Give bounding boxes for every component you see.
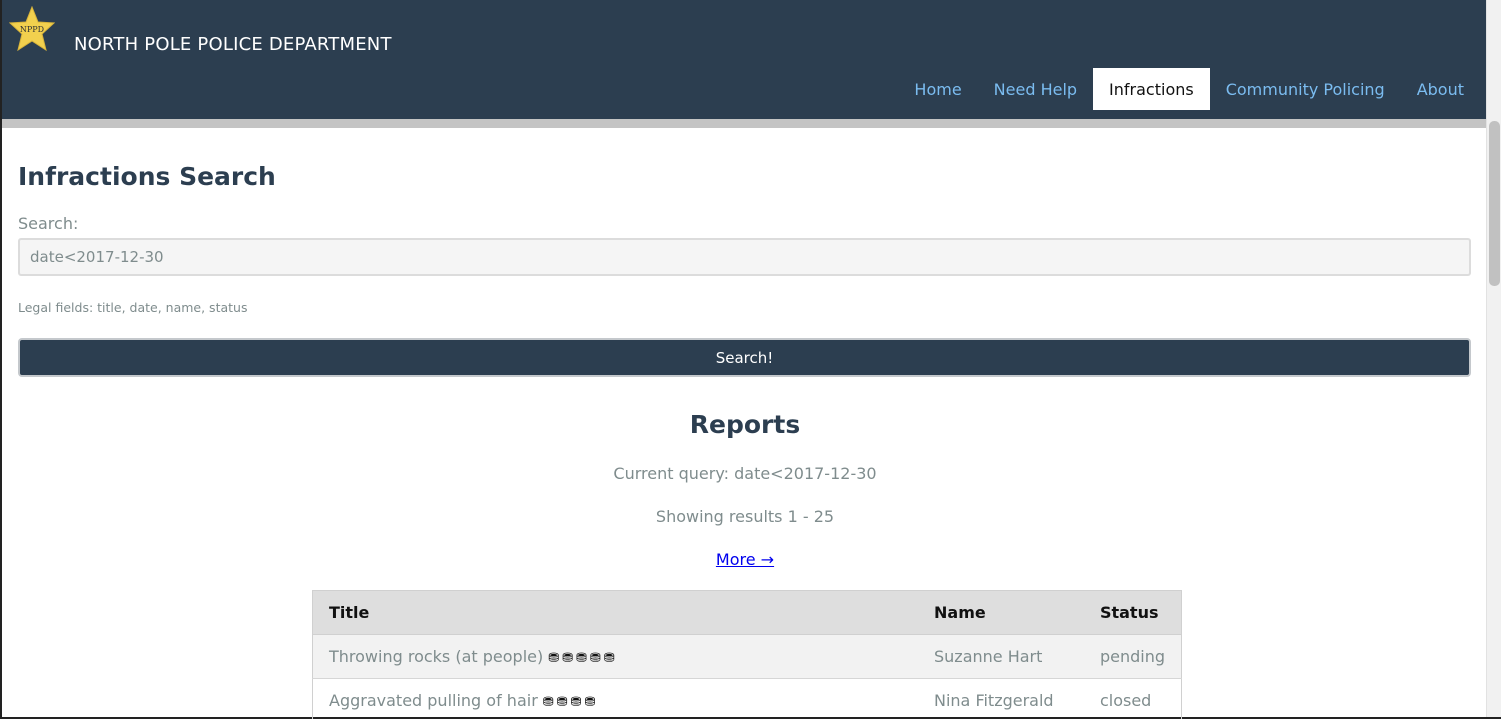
search-button[interactable]: Search! xyxy=(18,338,1471,377)
report-name: Nina Fitzgerald xyxy=(918,678,1084,719)
lump-of-coal-icon: ⛃⛃⛃⛃ xyxy=(542,695,599,710)
report-title-cell: Throwing rocks (at people) ⛃⛃⛃⛃⛃ xyxy=(312,634,918,679)
column-header-status[interactable]: Status xyxy=(1083,590,1182,635)
site-title[interactable]: NORTH POLE POLICE DEPARTMENT xyxy=(74,34,392,55)
nav-community-policing[interactable]: Community Policing xyxy=(1210,68,1401,110)
lump-of-coal-icon: ⛃⛃⛃⛃⛃ xyxy=(548,651,618,666)
reports-heading: Reports xyxy=(689,410,801,439)
page-title: Infractions Search xyxy=(18,162,276,191)
nav-need-help[interactable]: Need Help xyxy=(978,68,1093,110)
more-link[interactable]: More → xyxy=(716,550,774,569)
report-status: pending xyxy=(1083,634,1182,679)
nav-infractions[interactable]: Infractions xyxy=(1093,68,1210,110)
table-header-row: Title Name Status xyxy=(312,590,1182,635)
report-title[interactable]: Aggravated pulling of hair xyxy=(329,691,538,710)
search-input[interactable] xyxy=(18,238,1471,276)
report-status: closed xyxy=(1083,678,1182,719)
vertical-scrollbar[interactable] xyxy=(1486,0,1501,717)
more-link-wrapper: More → xyxy=(18,550,1472,569)
search-label: Search: xyxy=(18,214,79,233)
search-help-text: Legal fields: title, date, name, status xyxy=(18,300,248,315)
column-header-title[interactable]: Title xyxy=(312,590,918,635)
report-name: Suzanne Hart xyxy=(918,634,1084,679)
current-query: Current query: date<2017-12-30 xyxy=(613,464,877,483)
scrollbar-thumb[interactable] xyxy=(1489,121,1500,286)
star-badge-icon[interactable]: NPPD xyxy=(9,6,55,52)
column-header-name[interactable]: Name xyxy=(918,590,1084,635)
results-count: Showing results 1 - 25 xyxy=(655,507,835,526)
table-row[interactable]: Aggravated pulling of hair ⛃⛃⛃⛃ Nina Fitz… xyxy=(312,678,1182,719)
report-title-cell: Aggravated pulling of hair ⛃⛃⛃⛃ xyxy=(312,678,918,719)
nav-about[interactable]: About xyxy=(1401,68,1480,110)
main-nav: Home Need Help Infractions Community Pol… xyxy=(898,68,1480,110)
header-divider xyxy=(2,119,1488,128)
report-title[interactable]: Throwing rocks (at people) xyxy=(329,647,543,666)
site-header: NPPD NORTH POLE POLICE DEPARTMENT Home N… xyxy=(2,0,1501,119)
reports-table: Title Name Status Throwing rocks (at peo… xyxy=(312,590,1182,719)
nav-home[interactable]: Home xyxy=(898,68,977,110)
logo-text: NPPD xyxy=(20,25,44,34)
table-row[interactable]: Throwing rocks (at people) ⛃⛃⛃⛃⛃ Suzanne … xyxy=(312,634,1182,679)
